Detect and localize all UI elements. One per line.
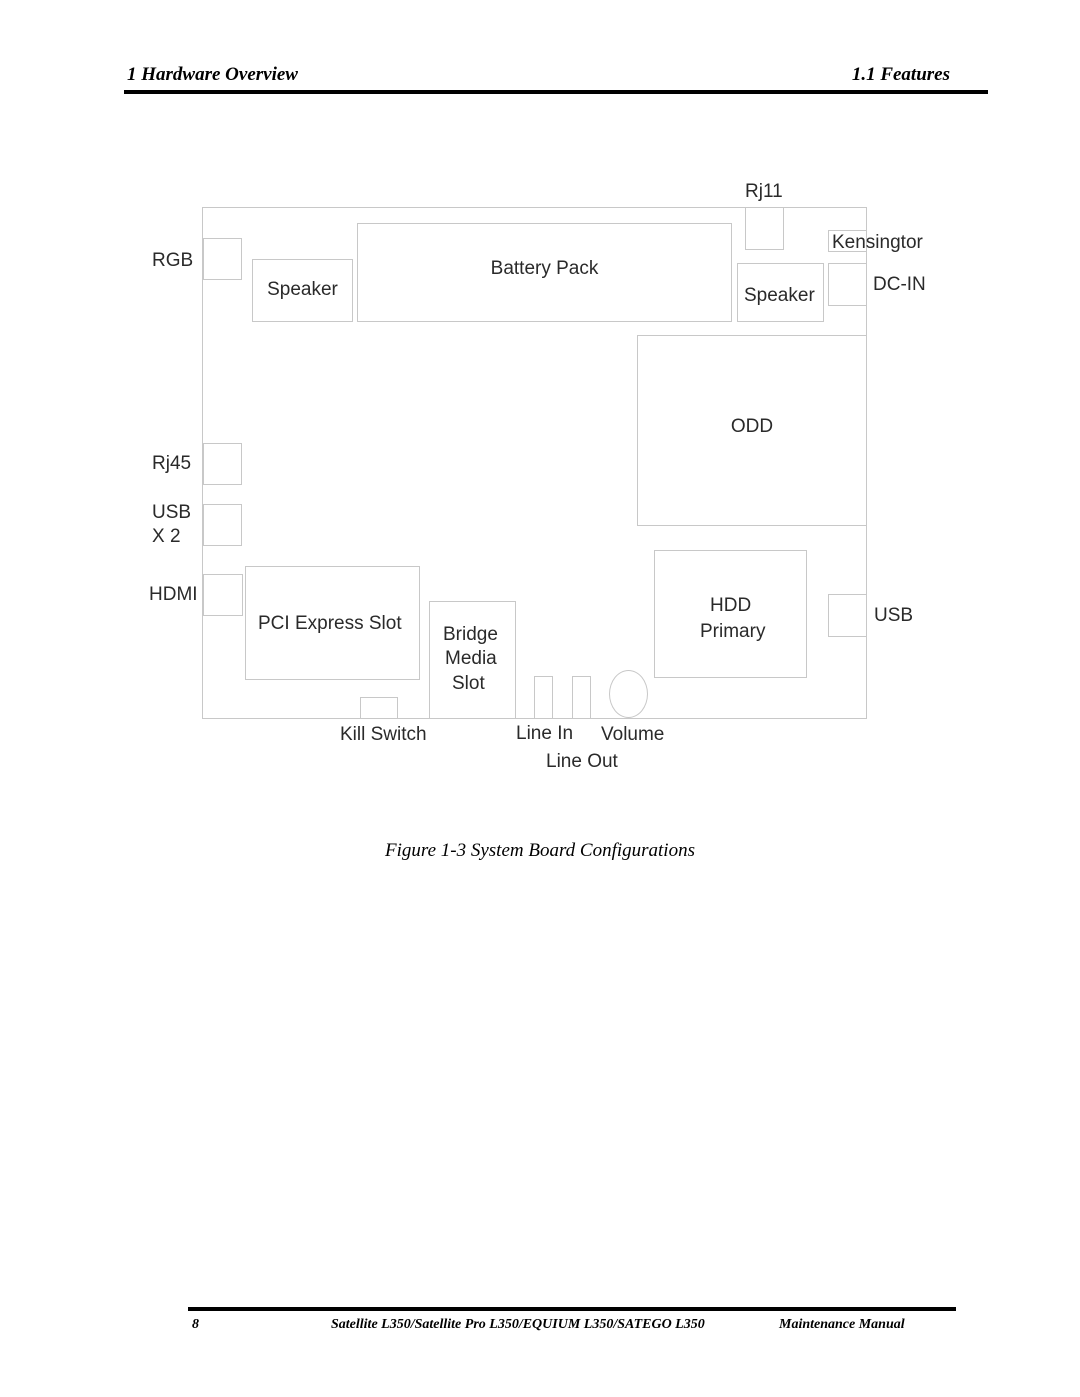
- dc-in-label: DC-IN: [873, 274, 926, 295]
- usb-x2-port: [203, 504, 242, 546]
- system-board-diagram: RGB Rj45 USB X 2 HDMI Speaker Battery Pa…: [0, 0, 1080, 800]
- bridge-media-slot-label-line1: Bridge: [443, 624, 498, 645]
- kensington-label: Kensingtor: [832, 232, 923, 253]
- odd-label: ODD: [730, 416, 774, 438]
- rj45-port: [203, 443, 242, 485]
- rj45-label: Rj45: [152, 453, 192, 474]
- kill-switch-label: Kill Switch: [340, 724, 427, 745]
- speaker-left: Speaker: [252, 259, 353, 322]
- footer-rule: [188, 1307, 956, 1311]
- footer-manual-name: Maintenance Manual: [779, 1317, 905, 1332]
- usb-x2-label-line1: USB: [152, 502, 192, 523]
- usb-x2-label-line2: X 2: [152, 526, 181, 547]
- page-number: 8: [192, 1317, 199, 1332]
- rgb-port: [203, 238, 242, 280]
- line-out-label: Line Out: [546, 751, 618, 772]
- hdd-label-line1: HDD: [710, 595, 752, 616]
- volume-label: Volume: [601, 724, 665, 745]
- hdmi-label: HDMI: [149, 584, 198, 605]
- rgb-label: RGB: [152, 250, 194, 271]
- usb-label-right: USB: [874, 605, 914, 626]
- line-in-label: Line In: [516, 723, 574, 744]
- hdmi-port: [203, 574, 243, 616]
- kill-switch: [360, 697, 398, 719]
- battery-pack-label: Battery Pack: [490, 258, 599, 280]
- line-in-jack: [534, 676, 553, 719]
- bridge-media-slot-label-line2: Media: [445, 648, 497, 669]
- rj11-port: [745, 207, 784, 250]
- footer-product-title: Satellite L350/Satellite Pro L350/EQUIUM…: [331, 1317, 705, 1332]
- line-out-jack: [572, 676, 591, 719]
- pci-express-slot-label: PCI Express Slot: [258, 613, 402, 634]
- odd-bay: ODD: [637, 335, 867, 526]
- speaker-right-label: Speaker: [744, 285, 815, 306]
- speaker-left-label: Speaker: [267, 279, 338, 301]
- hdd-label-line2: Primary: [700, 621, 766, 642]
- dc-in-port: [828, 263, 867, 306]
- bridge-media-slot-label-line3: Slot: [452, 673, 485, 694]
- usb-port-right: [828, 594, 867, 637]
- battery-pack: Battery Pack: [357, 223, 732, 322]
- rj11-label: Rj11: [745, 181, 783, 202]
- figure-caption: Figure 1-3 System Board Configurations: [385, 840, 695, 861]
- volume-dial: [609, 670, 648, 718]
